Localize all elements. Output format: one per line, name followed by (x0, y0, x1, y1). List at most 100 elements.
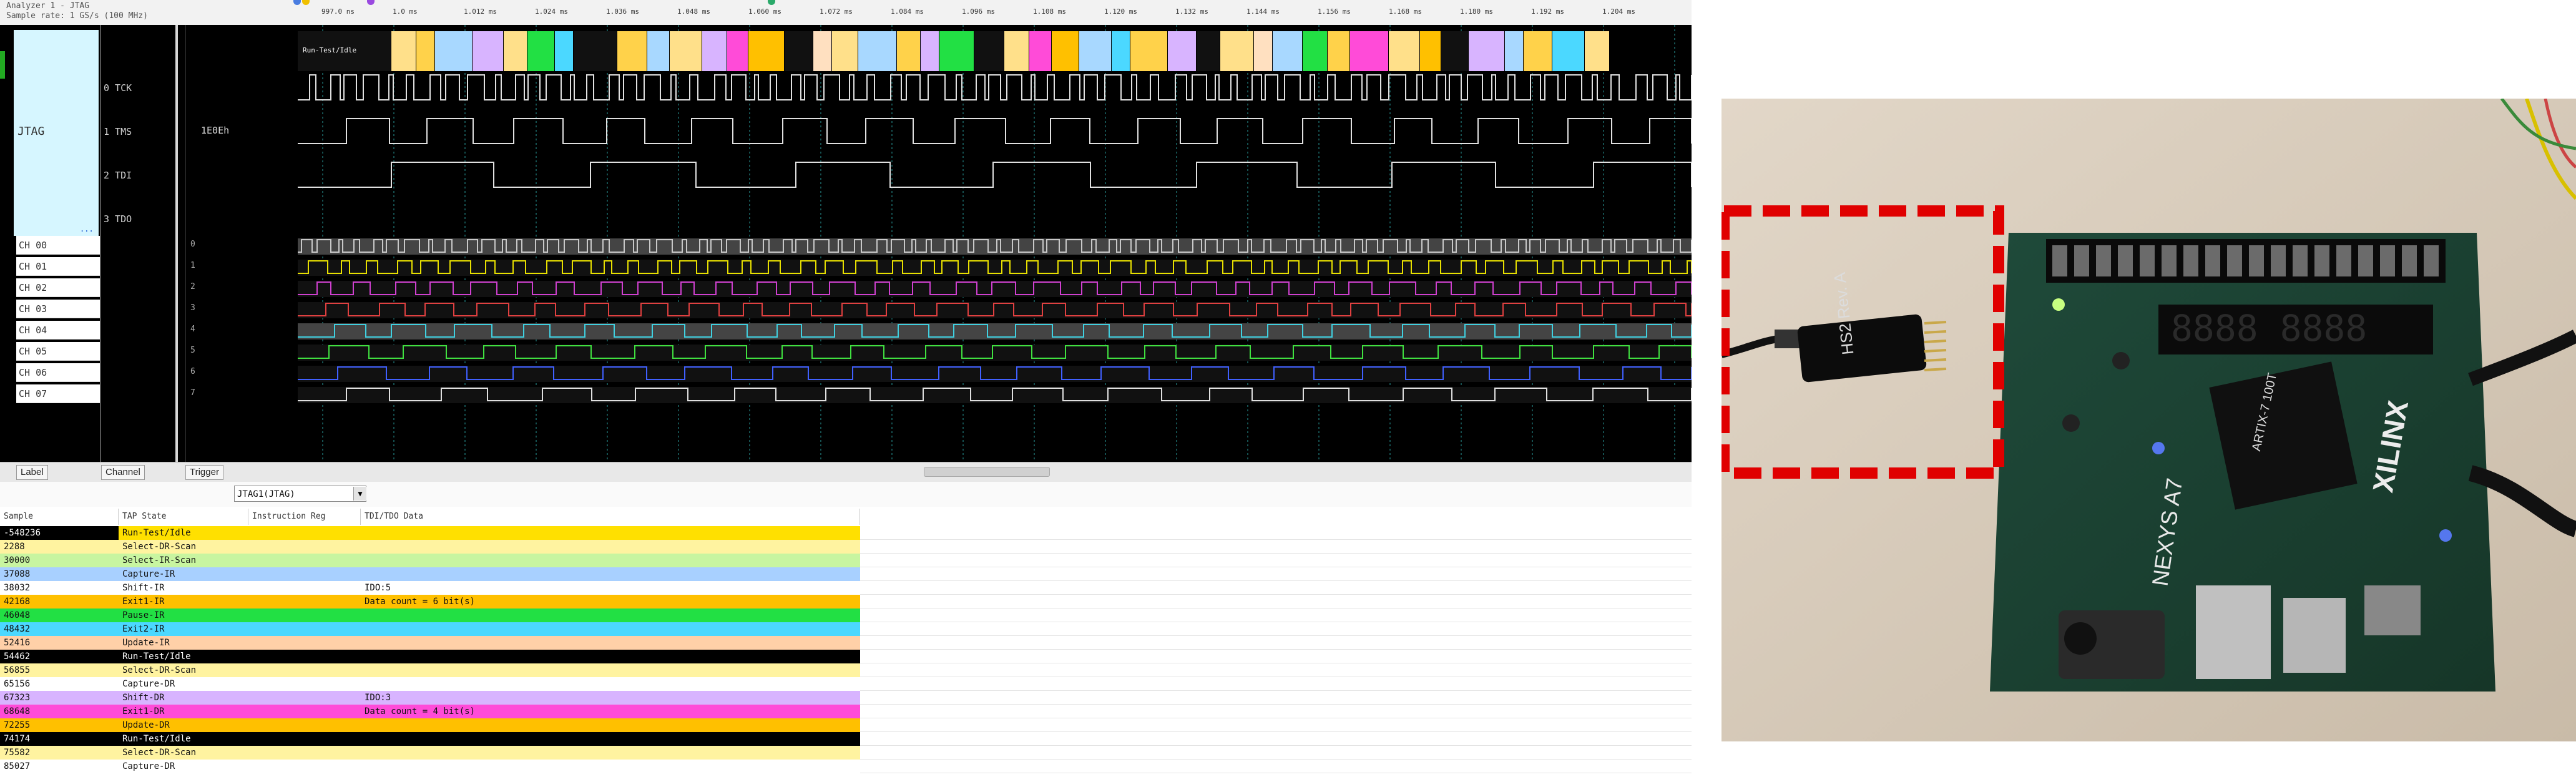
decode-segment[interactable] (974, 31, 1004, 71)
decode-segment[interactable] (1441, 31, 1469, 71)
ruler-tick: 1.096 ms (962, 7, 995, 16)
decode-segment[interactable] (1505, 31, 1524, 71)
decode-segment[interactable] (1130, 31, 1168, 71)
pin-value-2: 2 (190, 282, 195, 291)
sample-rate-text: Sample rate: 1 GS/s (100 MHz) (6, 11, 148, 21)
table-cell-instr (248, 622, 361, 636)
ruler-tick: 1.108 ms (1033, 7, 1066, 16)
channel-label-3[interactable]: CH 03 (16, 300, 100, 318)
table-gridline (860, 704, 1692, 705)
chevron-down-icon[interactable]: ▼ (353, 487, 366, 501)
decode-segment[interactable] (1029, 31, 1052, 71)
channel-label-7[interactable]: CH 07 (16, 384, 100, 403)
table-cell-state: Shift-DR (122, 693, 165, 703)
decode-segment[interactable] (702, 31, 727, 71)
decode-segment[interactable]: Run-Test/Idle (298, 31, 391, 71)
decode-segment[interactable] (1585, 31, 1610, 71)
column-divider[interactable] (175, 25, 178, 462)
decode-segment[interactable] (473, 31, 504, 71)
decode-segment[interactable] (1469, 31, 1505, 71)
horizontal-scrollbar[interactable] (924, 467, 1050, 477)
decode-segment[interactable] (1328, 31, 1350, 71)
cursor-marker-icon[interactable] (302, 0, 310, 5)
decode-segment[interactable] (897, 31, 921, 71)
channel-label-5[interactable]: CH 05 (16, 342, 100, 361)
channel-label-0[interactable]: CH 00 (16, 236, 100, 255)
table-row[interactable]: 46048 Pause-IR (0, 608, 860, 622)
decode-segment[interactable] (555, 31, 574, 71)
channel-label-6[interactable]: CH 06 (16, 363, 100, 382)
decode-segment[interactable] (1052, 31, 1079, 71)
table-row[interactable]: 52416 Update-IR (0, 636, 860, 650)
decode-segment[interactable] (785, 31, 813, 71)
ruler-tick: 1.060 ms (748, 7, 781, 16)
decode-segment[interactable] (1004, 31, 1029, 71)
cursor-marker-icon[interactable] (768, 0, 775, 5)
decode-segment[interactable] (1168, 31, 1197, 71)
table-row[interactable]: 2288 Select-DR-Scan (0, 540, 860, 554)
table-header[interactable]: TDI/TDO Data (361, 509, 860, 525)
table-row[interactable]: 67323 Shift-DR IDO:3 (0, 691, 860, 705)
decode-segment[interactable] (1420, 31, 1441, 71)
decode-segment[interactable] (617, 31, 647, 71)
bus-select-dropdown[interactable]: JTAG1(JTAG) (234, 486, 366, 502)
table-row[interactable]: 72255 Update-DR (0, 718, 860, 732)
decode-segment[interactable] (1273, 31, 1303, 71)
decode-segment[interactable] (1197, 31, 1220, 71)
channel-label-4[interactable]: CH 04 (16, 321, 100, 340)
decode-segment[interactable] (1254, 31, 1273, 71)
decode-segment[interactable] (1303, 31, 1328, 71)
table-row[interactable]: 56855 Select-DR-Scan (0, 663, 860, 677)
channel-label-1[interactable]: CH 01 (16, 257, 100, 276)
cursor-marker-icon[interactable] (293, 0, 301, 5)
decode-segment[interactable] (504, 31, 527, 71)
decode-segment[interactable] (1524, 31, 1552, 71)
decode-segment[interactable] (670, 31, 702, 71)
time-ruler[interactable]: 997.0 ns 1.0 ms 1.012 ms 1.024 ms 1.036 ms 1.… (296, 6, 1692, 25)
table-row[interactable]: 42168 Exit1-IR Data count = 6 bit(s) (0, 595, 860, 608)
channel-button[interactable]: Channel (101, 465, 145, 480)
decode-segment[interactable] (391, 31, 416, 71)
decode-segment[interactable] (727, 31, 748, 71)
decode-segment[interactable] (1350, 31, 1389, 71)
decode-segment[interactable] (1079, 31, 1112, 71)
table-row[interactable]: -548236 Run-Test/Idle (0, 526, 860, 540)
decode-segment[interactable] (527, 31, 555, 71)
table-row[interactable]: 37088 Capture-IR (0, 567, 860, 581)
decode-segment[interactable] (435, 31, 473, 71)
decode-segment[interactable] (939, 31, 974, 71)
jtag-decode-bar[interactable]: Run-Test/Idle (298, 31, 1692, 71)
waveform-area[interactable] (298, 25, 1692, 462)
table-row[interactable]: 74174 Run-Test/Idle (0, 732, 860, 746)
table-row[interactable]: 38032 Shift-IR IDO:5 (0, 581, 860, 595)
table-row[interactable]: 75582 Select-DR-Scan (0, 746, 860, 760)
decode-segment[interactable] (1552, 31, 1585, 71)
decode-segment[interactable] (921, 31, 939, 71)
table-row[interactable]: 48432 Exit2-IR (0, 622, 860, 636)
decode-segment[interactable] (1220, 31, 1254, 71)
channel-label-2[interactable]: CH 02 (16, 278, 100, 297)
decode-segment[interactable] (416, 31, 435, 71)
table-header[interactable]: TAP State (119, 509, 248, 525)
more-indicator[interactable]: ... (80, 225, 94, 233)
table-row[interactable]: 85027 Capture-DR (0, 760, 860, 773)
decode-segment[interactable] (647, 31, 670, 71)
table-row[interactable]: 68648 Exit1-DR Data count = 4 bit(s) (0, 705, 860, 718)
decode-segment[interactable] (832, 31, 858, 71)
table-cell-data: IDO:3 (365, 693, 391, 703)
decode-segment[interactable] (813, 31, 832, 71)
decode-segment[interactable] (748, 31, 785, 71)
jtag-signal-1: 1 TMS (104, 126, 132, 137)
label-button[interactable]: Label (16, 465, 48, 480)
decode-segment[interactable] (1389, 31, 1420, 71)
decode-segment[interactable] (1112, 31, 1130, 71)
table-header[interactable]: Instruction Reg (248, 509, 361, 525)
table-row[interactable]: 65156 Capture-DR (0, 677, 860, 691)
cursor-marker-icon[interactable] (367, 0, 375, 5)
table-row[interactable]: 30000 Select-IR-Scan (0, 554, 860, 567)
decode-segment[interactable] (858, 31, 897, 71)
trigger-button[interactable]: Trigger (185, 465, 223, 480)
table-row[interactable]: 54462 Run-Test/Idle (0, 650, 860, 663)
table-header[interactable]: Sample (0, 509, 119, 525)
decode-segment[interactable] (574, 31, 617, 71)
